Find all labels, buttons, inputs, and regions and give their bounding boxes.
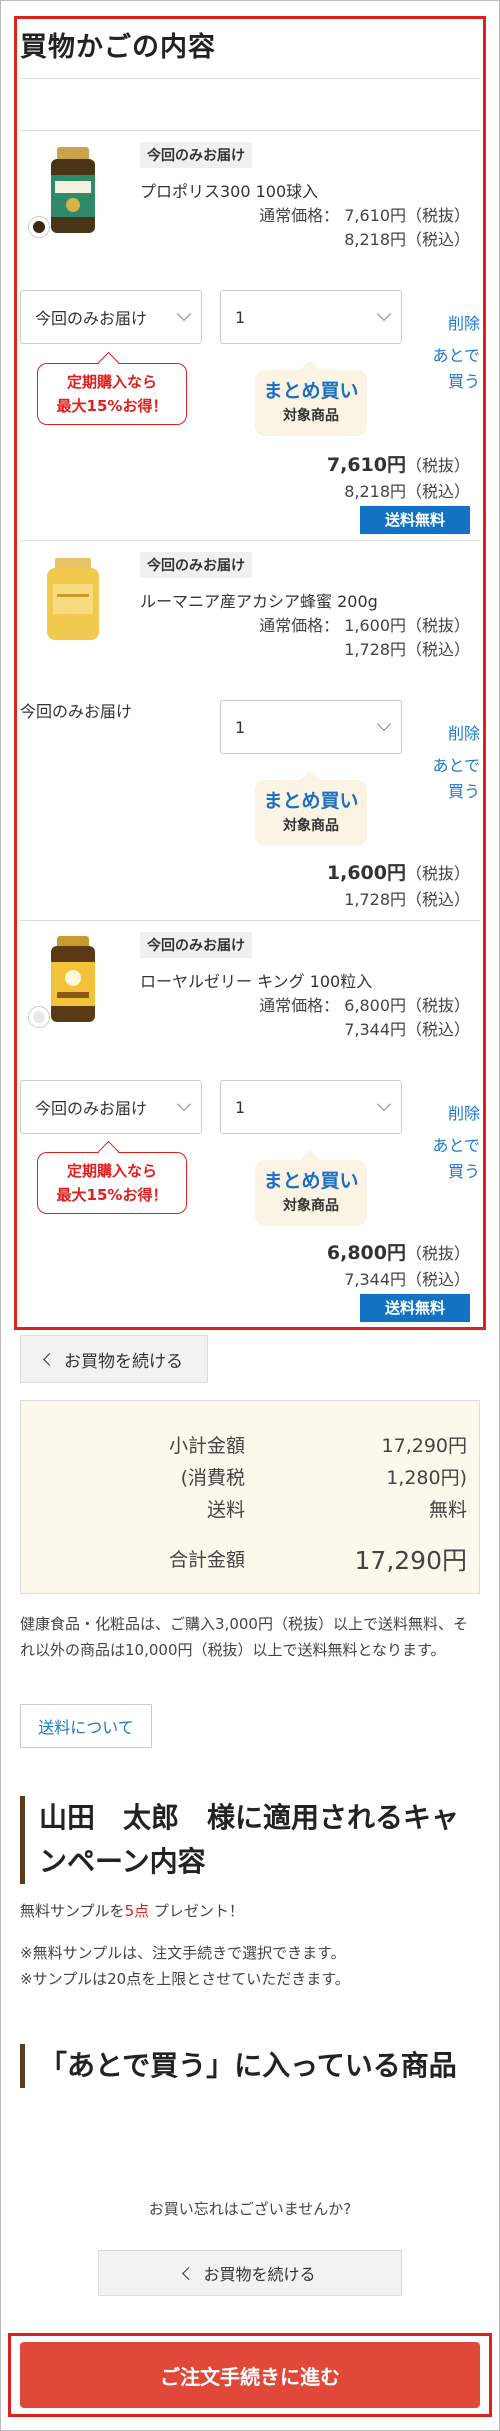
delivery-tag: 今回のみお届け (140, 142, 252, 168)
cart-item: 今回のみお届け ローヤルゼリー キング 100粒入 通常価格： 6,800円（税… (20, 920, 480, 1325)
delivery-tag: 今回のみお届け (140, 552, 252, 578)
continue-shopping-button[interactable]: お買物を続ける (20, 1335, 208, 1383)
campaign-heading: 山田 太郎 様に適用されるキャンペーン内容 (20, 1796, 480, 1884)
regular-price: 通常価格： 6,800円（税抜） 7,344円（税込） (259, 996, 470, 1039)
bulk-buy-badge: まとめ買い 対象商品 (255, 1160, 367, 1226)
saved-empty-text: お買い忘れはございませんか? (148, 2200, 352, 2218)
free-shipping-badge: 送料無料 (360, 1294, 470, 1322)
item-total: 7,610円（税抜） 8,218円（税込） (326, 454, 470, 501)
product-name[interactable]: プロポリス300 100球入 (140, 178, 318, 202)
chevron-down-icon (376, 306, 392, 322)
product-name[interactable]: ルーマニア産アカシア蜂蜜 200g (140, 588, 378, 612)
delete-link[interactable]: 削除 (448, 1100, 480, 1124)
delete-link[interactable]: 削除 (448, 310, 480, 334)
save-for-later-link[interactable]: あとで買う (420, 1133, 480, 1185)
sample-note-1: ※無料サンプルは、注文手続きで選択できます。 (20, 1944, 346, 1962)
order-summary: 小計金額 17,290円 (消費税 1,280円) 送料 無料 合計金額 17,… (20, 1400, 480, 1594)
proceed-to-checkout-button[interactable]: ご注文手続きに進む (20, 2342, 480, 2408)
delivery-select[interactable]: 今回のみお届け (20, 1080, 202, 1134)
free-shipping-badge: 送料無料 (360, 506, 470, 534)
subscription-promo[interactable]: 定期購入なら 最大15%お得！ (37, 1152, 187, 1214)
chevron-down-icon (376, 1096, 392, 1112)
cart-title: 買物かごの内容 (20, 32, 216, 63)
sample-note-2: ※サンプルは20点を上限とさせていただきます。 (20, 1970, 350, 1988)
item-total: 6,800円（税抜） 7,344円（税込） (326, 1242, 470, 1289)
delivery-text: 今回のみお届け (20, 702, 133, 721)
quantity-select[interactable]: 1 (220, 700, 402, 754)
chevron-down-icon (176, 306, 192, 322)
divider (20, 78, 480, 79)
regular-price: 通常価格： 1,600円（税抜） 1,728円（税込） (259, 616, 470, 659)
bulk-buy-badge: まとめ買い 対象商品 (255, 780, 367, 846)
cart-item: 今回のみお届け プロポリス300 100球入 通常価格： 7,610円（税抜） … (20, 130, 480, 540)
shipping-note: 健康食品・化粧品は、ご購入3,000円（税抜）以上で送料無料、それ以外の商品は1… (20, 1615, 468, 1659)
delete-link[interactable]: 削除 (448, 720, 480, 744)
item-total: 1,600円（税抜） 1,728円（税込） (326, 862, 470, 909)
product-name[interactable]: ローヤルゼリー キング 100粒入 (140, 968, 372, 992)
continue-shopping-button-2[interactable]: お買物を続ける (98, 2250, 402, 2296)
sample-offer: 無料サンプルを5点 プレゼント！ (20, 1902, 244, 1920)
delivery-tag: 今回のみお届け (140, 932, 252, 958)
chevron-left-icon (182, 2266, 196, 2280)
cart-item: 今回のみお届け ルーマニア産アカシア蜂蜜 200g 通常価格： 1,600円（税… (20, 540, 480, 920)
save-for-later-link[interactable]: あとで買う (420, 343, 480, 395)
save-for-later-link[interactable]: あとで買う (420, 753, 480, 805)
variant-swatch[interactable] (28, 1006, 50, 1028)
saved-for-later-heading: 「あとで買う」に入っている商品 (20, 2044, 480, 2088)
quantity-select[interactable]: 1 (220, 1080, 402, 1134)
subscription-promo[interactable]: 定期購入なら 最大15%お得！ (37, 363, 187, 425)
delivery-select[interactable]: 今回のみお届け (20, 290, 202, 344)
quantity-select[interactable]: 1 (220, 290, 402, 344)
chevron-left-icon (43, 1352, 56, 1366)
product-image-honey[interactable] (28, 554, 118, 644)
chevron-down-icon (376, 716, 392, 732)
variant-swatch[interactable] (28, 216, 50, 238)
regular-price: 通常価格： 7,610円（税抜） 8,218円（税込） (259, 206, 470, 249)
chevron-down-icon (176, 1096, 192, 1112)
bulk-buy-badge: まとめ買い 対象商品 (255, 370, 367, 436)
shipping-info-button[interactable]: 送料について (20, 1704, 152, 1748)
